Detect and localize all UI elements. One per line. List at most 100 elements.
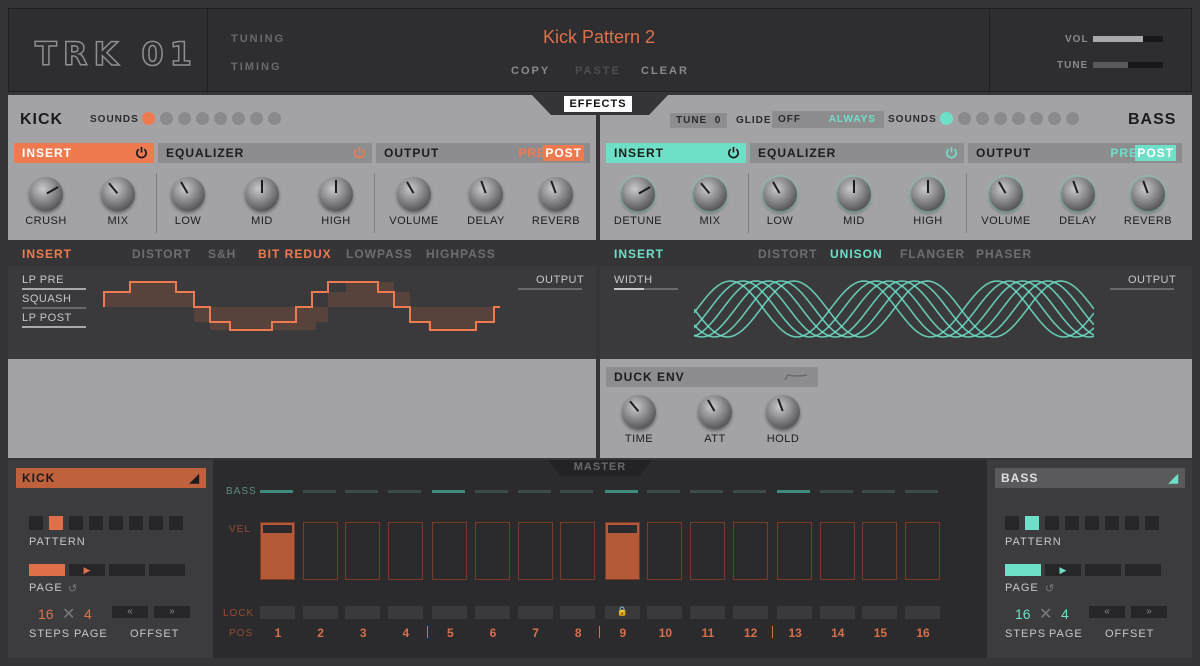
kick-steps-value[interactable]: 16: [38, 606, 54, 622]
lock-cell[interactable]: [345, 606, 381, 619]
kick-fx-output-slider[interactable]: [518, 288, 582, 290]
bass-eq-header[interactable]: EQUALIZER: [750, 143, 964, 163]
bass-post-toggle[interactable]: POST: [1135, 145, 1176, 161]
sound-dot-7[interactable]: [250, 112, 263, 125]
pattern-slot[interactable]: [1145, 516, 1159, 530]
lp-pre-slider[interactable]: [22, 288, 86, 290]
step-cell[interactable]: [604, 522, 640, 580]
page-button[interactable]: [1125, 564, 1161, 576]
pattern-slot[interactable]: [69, 516, 83, 530]
knob-low[interactable]: [171, 177, 205, 211]
width-slider[interactable]: [614, 288, 678, 290]
pattern-slot[interactable]: [129, 516, 143, 530]
lock-cell[interactable]: [905, 606, 940, 619]
sound-dot-2[interactable]: [958, 112, 971, 125]
step-cell[interactable]: [260, 522, 295, 580]
fx-tab-s-h[interactable]: S&H: [208, 247, 236, 261]
pattern-slot[interactable]: [1065, 516, 1079, 530]
page-button[interactable]: [109, 564, 145, 576]
sound-dot-3[interactable]: [976, 112, 989, 125]
tune-box[interactable]: TUNE 0: [670, 113, 728, 128]
kick-eq-header[interactable]: EQUALIZER: [158, 143, 372, 163]
glide-selector[interactable]: OFF ALWAYS: [772, 111, 884, 128]
sound-dot-7[interactable]: [1048, 112, 1061, 125]
knob-reverb[interactable]: [539, 177, 573, 211]
bass-fx-output-slider[interactable]: [1110, 288, 1174, 290]
power-icon[interactable]: [945, 146, 958, 159]
knob-detune[interactable]: [621, 177, 655, 211]
knob-high[interactable]: [911, 177, 945, 211]
knob-mid[interactable]: [245, 177, 279, 211]
kick-pages-value[interactable]: 4: [84, 606, 92, 622]
copy-button[interactable]: COPY: [511, 65, 550, 77]
lock-cell[interactable]: [517, 606, 553, 619]
step-cell[interactable]: [517, 522, 553, 580]
step-cell[interactable]: [777, 522, 813, 580]
offset-left-button[interactable]: «: [112, 606, 148, 618]
sound-dot-3[interactable]: [178, 112, 191, 125]
lock-cell[interactable]: [475, 606, 510, 619]
step-cell[interactable]: [732, 522, 768, 580]
kick-post-toggle[interactable]: POST: [543, 145, 584, 161]
pattern-slot[interactable]: [169, 516, 183, 530]
master-tab[interactable]: MASTER: [548, 460, 652, 476]
page-button[interactable]: ▶: [69, 564, 105, 576]
sound-dot-1[interactable]: [142, 112, 155, 125]
loop-icon[interactable]: ↺: [1045, 582, 1055, 595]
sound-dot-5[interactable]: [214, 112, 227, 125]
knob-mix[interactable]: [101, 177, 135, 211]
lock-cell[interactable]: [690, 606, 725, 619]
sound-dot-5[interactable]: [1012, 112, 1025, 125]
lock-icon[interactable]: 🔒: [604, 606, 640, 619]
knob-reverb[interactable]: [1131, 177, 1165, 211]
knob-delay[interactable]: [1061, 177, 1095, 211]
tune-meter[interactable]: [1093, 62, 1163, 68]
pattern-slot[interactable]: [1085, 516, 1099, 530]
duck-knob-time[interactable]: [622, 395, 656, 429]
pattern-slot[interactable]: [1105, 516, 1119, 530]
fx-tab-phaser[interactable]: PHASER: [976, 247, 1032, 261]
knob-crush[interactable]: [29, 177, 63, 211]
step-cell[interactable]: [819, 522, 855, 580]
timing-menu[interactable]: TIMING: [231, 61, 282, 73]
knob-mix[interactable]: [693, 177, 727, 211]
lock-cell[interactable]: [432, 606, 468, 619]
sound-dot-4[interactable]: [196, 112, 209, 125]
step-cell[interactable]: [387, 522, 423, 580]
pattern-slot[interactable]: [49, 516, 63, 530]
lock-cell[interactable]: [819, 606, 855, 619]
paste-button[interactable]: PASTE: [575, 65, 621, 77]
step-cell[interactable]: [690, 522, 725, 580]
sound-dot-6[interactable]: [1030, 112, 1043, 125]
pattern-slot[interactable]: [1005, 516, 1019, 530]
vol-meter[interactable]: [1093, 36, 1163, 42]
bass-steps-value[interactable]: 16: [1015, 606, 1031, 622]
page-button[interactable]: [149, 564, 185, 576]
effects-tab[interactable]: EFFECTS: [564, 96, 632, 112]
step-cell[interactable]: [345, 522, 381, 580]
kick-pre-toggle[interactable]: PRE: [518, 143, 546, 163]
speaker-icon[interactable]: ◢: [1169, 468, 1179, 488]
fx-tab-lowpass[interactable]: LOWPASS: [346, 247, 413, 261]
lock-cell[interactable]: [560, 606, 596, 619]
lock-cell[interactable]: [777, 606, 813, 619]
knob-mid[interactable]: [837, 177, 871, 211]
sound-dot-4[interactable]: [994, 112, 1007, 125]
step-cell[interactable]: [432, 522, 468, 580]
knob-high[interactable]: [319, 177, 353, 211]
clear-button[interactable]: CLEAR: [641, 65, 689, 77]
fx-tab-distort[interactable]: DISTORT: [132, 247, 191, 261]
kick-insert-header[interactable]: INSERT: [14, 143, 154, 163]
offset-right-button[interactable]: »: [154, 606, 190, 618]
step-cell[interactable]: [302, 522, 338, 580]
fx-tab-distort[interactable]: DISTORT: [758, 247, 817, 261]
lock-cell[interactable]: [302, 606, 338, 619]
duck-knob-att[interactable]: [698, 395, 732, 429]
power-icon[interactable]: [135, 146, 148, 159]
sound-dot-8[interactable]: [1066, 112, 1079, 125]
lock-cell[interactable]: [260, 606, 295, 619]
fx-tab-bit-redux[interactable]: BIT REDUX: [258, 247, 332, 261]
fx-tab-flanger[interactable]: FLANGER: [900, 247, 965, 261]
bass-pages-value[interactable]: 4: [1061, 606, 1069, 622]
pattern-slot[interactable]: [109, 516, 123, 530]
